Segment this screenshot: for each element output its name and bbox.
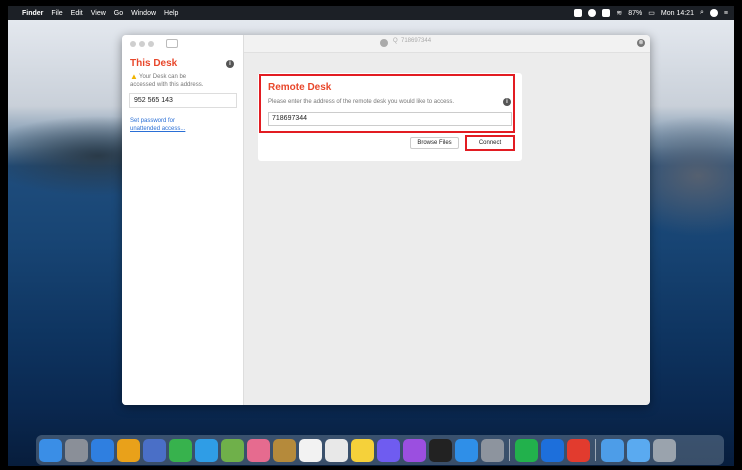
address-bar: Q 718697344 ⊗ ≡	[244, 35, 650, 53]
tv-icon[interactable]	[429, 438, 452, 462]
dock-separator	[595, 439, 596, 461]
notes-brown-icon[interactable]	[273, 438, 296, 462]
remote-desk-highlight: Remote Desk Please enter the address of …	[259, 74, 515, 133]
wifi-icon[interactable]: ≋	[616, 9, 622, 17]
menu-help[interactable]: Help	[164, 10, 178, 17]
zoom-button[interactable]	[148, 41, 154, 47]
calendar-icon[interactable]	[299, 438, 322, 462]
teamviewer-icon[interactable]	[541, 438, 564, 462]
finder-icon[interactable]	[39, 438, 62, 462]
info-icon[interactable]: i	[226, 60, 234, 68]
messages-icon[interactable]	[195, 438, 218, 462]
set-password-link[interactable]: Set password for	[130, 118, 175, 124]
warning-icon: ▲	[130, 72, 138, 81]
menu-bar: Finder File Edit View Go Window Help ≋ 8…	[8, 6, 734, 20]
battery-percent[interactable]: 87%	[628, 10, 642, 17]
info-icon[interactable]: i	[503, 98, 511, 106]
siri-icon[interactable]	[709, 9, 718, 17]
warning-text-line1: Your Desk can be	[139, 74, 187, 80]
reminders-icon[interactable]	[325, 438, 348, 462]
podcasts-icon[interactable]	[403, 438, 426, 462]
clock[interactable]: Mon 14:21	[661, 10, 694, 17]
downloads-folder-icon[interactable]	[601, 438, 624, 462]
chrome-icon[interactable]	[117, 438, 140, 462]
menu-finder[interactable]: Finder	[22, 10, 43, 17]
sidebar-toggle-icon[interactable]	[166, 39, 178, 48]
close-button[interactable]	[130, 41, 136, 47]
clear-icon[interactable]: ⊗	[637, 39, 645, 47]
folder-icon[interactable]	[627, 438, 650, 462]
maps-icon[interactable]	[221, 438, 244, 462]
anydesk-window: This Desk i ▲ Your Desk can be accessed …	[122, 35, 650, 405]
status-icon-2[interactable]	[588, 9, 597, 17]
warning-text-line2: accessed with this address.	[130, 82, 204, 88]
desktop: Finder File Edit View Go Window Help ≋ 8…	[8, 6, 734, 466]
menu-window[interactable]: Window	[131, 10, 156, 17]
line-icon[interactable]	[515, 438, 538, 462]
trash-icon[interactable]	[653, 438, 676, 462]
remote-desk-description: Please enter the address of the remote d…	[268, 99, 455, 105]
address-bar-input[interactable]: 718697344	[401, 38, 431, 44]
status-area: ≋ 87% ▭ Mon 14:21 ⌕ ≡	[574, 9, 728, 17]
facetime-icon[interactable]	[169, 438, 192, 462]
launchpad-icon[interactable]	[65, 438, 88, 462]
menu-file[interactable]: File	[51, 10, 62, 17]
unattended-access-link[interactable]: unattended access...	[130, 126, 185, 132]
status-dot-icon	[380, 39, 388, 47]
mail-photo-icon[interactable]	[143, 438, 166, 462]
app-store-icon[interactable]	[455, 438, 478, 462]
menu-go[interactable]: Go	[114, 10, 123, 17]
this-desk-address[interactable]: 952 565 143	[129, 93, 237, 108]
music-icon[interactable]	[377, 438, 400, 462]
this-desk-title: This Desk	[130, 58, 178, 69]
remote-desk-title: Remote Desk	[268, 82, 332, 93]
remote-desk-panel: Remote Desk Please enter the address of …	[258, 73, 522, 161]
anydesk-icon[interactable]	[567, 438, 590, 462]
menu-edit[interactable]: Edit	[71, 10, 83, 17]
connect-button[interactable]: Connect	[468, 138, 512, 148]
battery-icon[interactable]: ▭	[648, 9, 655, 17]
notification-center-icon[interactable]: ≡	[724, 10, 728, 17]
dock	[36, 435, 724, 465]
search-icon: Q	[393, 38, 398, 44]
safari-icon[interactable]	[91, 438, 114, 462]
menu-view[interactable]: View	[91, 10, 106, 17]
connect-highlight: Connect	[465, 135, 515, 151]
system-preferences-icon[interactable]	[481, 438, 504, 462]
status-icon-1[interactable]	[574, 9, 583, 17]
sidebar: This Desk i ▲ Your Desk can be accessed …	[122, 35, 244, 405]
browse-files-button[interactable]: Browse Files	[410, 137, 459, 149]
notes-icon[interactable]	[351, 438, 374, 462]
photos-icon[interactable]	[247, 438, 270, 462]
minimize-button[interactable]	[139, 41, 145, 47]
status-icon-3[interactable]	[602, 9, 611, 17]
spotlight-icon[interactable]: ⌕	[700, 9, 704, 17]
dock-separator	[509, 439, 510, 461]
remote-address-input[interactable]: 718697344	[268, 112, 512, 126]
